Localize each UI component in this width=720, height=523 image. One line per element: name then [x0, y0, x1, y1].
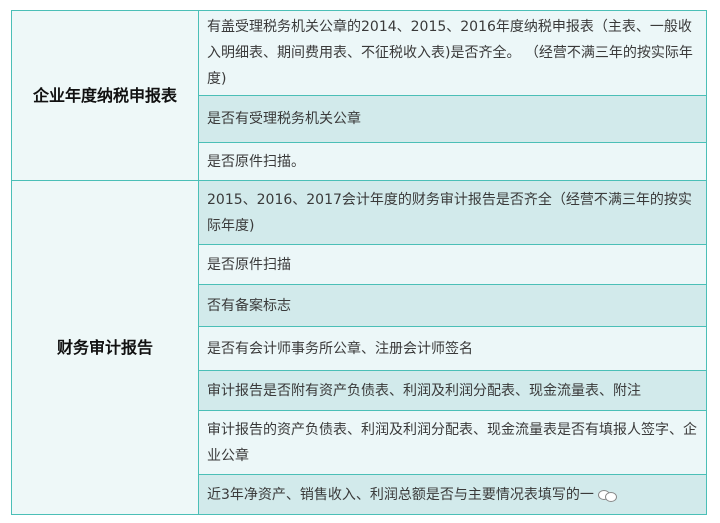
item-cell: 是否原件扫描。 — [198, 142, 707, 181]
table-row: 企业年度纳税申报表 有盖受理税务机关公章的2014、2015、2016年度纳税申… — [11, 10, 707, 181]
item-cell: 是否有受理税务机关公章 — [198, 95, 707, 143]
item-cell: 有盖受理税务机关公章的2014、2015、2016年度纳税申报表（主表、一般收入… — [198, 10, 707, 96]
category-cell-tax-return: 企业年度纳税申报表 — [11, 10, 199, 181]
item-cell: 是否原件扫描 — [198, 244, 707, 285]
item-cell: 审计报告是否附有资产负债表、利润及利润分配表、现金流量表、附注 — [198, 370, 707, 411]
wechat-watermark-icon — [596, 488, 618, 502]
checklist-table: 企业年度纳税申报表 有盖受理税务机关公章的2014、2015、2016年度纳税申… — [11, 10, 707, 515]
category-cell-audit-report: 财务审计报告 — [11, 180, 199, 515]
item-cell: 近3年净资产、销售收入、利润总额是否与主要情况表填写的一 — [198, 474, 707, 515]
item-cell: 2015、2016、2017会计年度的财务审计报告是否齐全（经营不满三年的按实际… — [198, 180, 707, 245]
item-text: 近3年净资产、销售收入、利润总额是否与主要情况表填写的一 — [207, 486, 594, 503]
item-cell: 否有备案标志 — [198, 284, 707, 327]
item-cell: 审计报告的资产负债表、利润及利润分配表、现金流量表是否有填报人签字、企业公章 — [198, 410, 707, 475]
item-cell: 是否有会计师事务所公章、注册会计师签名 — [198, 326, 707, 371]
table-row: 财务审计报告 2015、2016、2017会计年度的财务审计报告是否齐全（经营不… — [11, 180, 707, 515]
